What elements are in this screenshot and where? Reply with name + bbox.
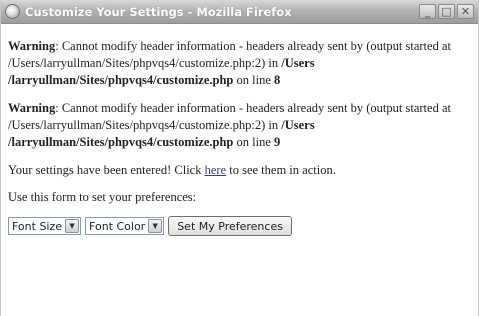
- warning-line-text: on line: [233, 73, 275, 87]
- chevron-down-icon[interactable]: ▼: [148, 219, 163, 233]
- firefox-icon: [5, 4, 20, 19]
- window-controls: _ □ ✕: [419, 4, 474, 19]
- font-size-value: Font Size: [12, 219, 63, 233]
- maximize-button[interactable]: □: [438, 4, 455, 19]
- browser-window: Customize Your Settings - Mozilla Firefo…: [0, 0, 479, 316]
- font-color-select[interactable]: Font Color ▼: [85, 217, 165, 235]
- warning-text: : Cannot modify header information - hea…: [8, 101, 451, 132]
- window-title: Customize Your Settings - Mozilla Firefo…: [25, 4, 292, 19]
- confirmation-before: Your settings have been entered! Click: [8, 163, 205, 177]
- title-bar[interactable]: Customize Your Settings - Mozilla Firefo…: [1, 0, 478, 24]
- warning-label: Warning: [8, 101, 56, 115]
- font-color-value: Font Color: [89, 219, 146, 233]
- warning-line-number: 9: [274, 135, 281, 149]
- form-instructions: Use this form to set your preferences:: [8, 190, 197, 204]
- warning-text: : Cannot modify header information - hea…: [8, 39, 451, 70]
- close-button[interactable]: ✕: [457, 4, 474, 19]
- warning-message: Warning: Cannot modify header informatio…: [8, 100, 466, 151]
- preferences-form: Font Size ▼ Font Color ▼ Set My Preferen…: [8, 216, 466, 236]
- confirmation-after: to see them in action.: [226, 163, 336, 177]
- font-size-select[interactable]: Font Size ▼: [8, 217, 82, 235]
- confirmation-message: Your settings have been entered! Click h…: [8, 162, 466, 179]
- minimize-button[interactable]: _: [419, 4, 436, 19]
- set-preferences-button[interactable]: Set My Preferences: [168, 216, 292, 236]
- warning-line-text: on line: [233, 135, 275, 149]
- chevron-down-icon[interactable]: ▼: [65, 219, 80, 233]
- warning-label: Warning: [8, 39, 56, 53]
- warning-line-number: 8: [274, 73, 281, 87]
- warning-message: Warning: Cannot modify header informatio…: [8, 38, 466, 89]
- here-link[interactable]: here: [205, 163, 227, 177]
- page-content: Warning: Cannot modify header informatio…: [1, 24, 478, 236]
